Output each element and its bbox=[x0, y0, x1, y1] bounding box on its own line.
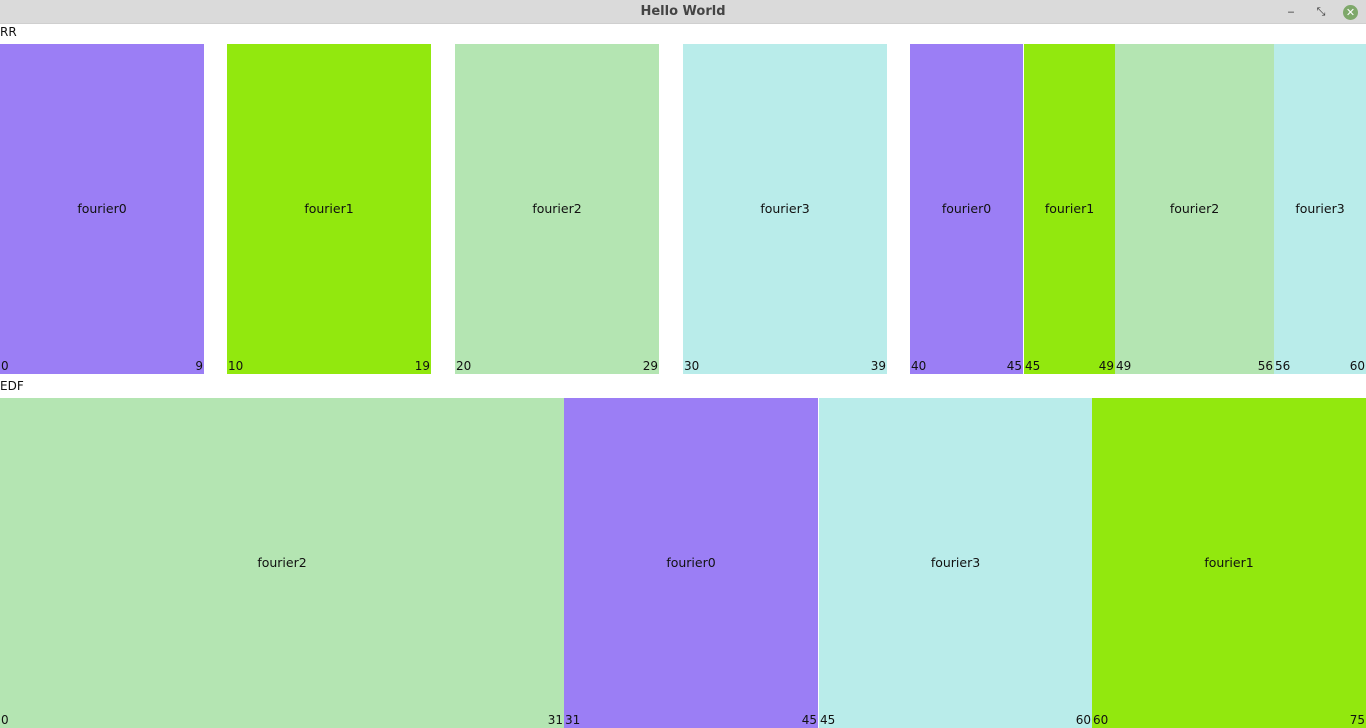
end-time-label: 60 bbox=[1075, 713, 1091, 727]
edf-task-block-fourier1: fourier1 60 75 bbox=[1092, 398, 1366, 728]
rr-task-block-fourier2: fourier2 20 29 bbox=[455, 44, 659, 374]
rr-task-block-fourier1: fourier1 10 19 bbox=[227, 44, 431, 374]
end-time-label: 9 bbox=[195, 359, 203, 373]
rr-task-block-fourier0: fourier0 0 9 bbox=[0, 44, 204, 374]
start-time-label: 0 bbox=[1, 713, 9, 727]
rr-task-block-fourier2: fourier2 49 56 bbox=[1115, 44, 1274, 374]
start-time-label: 40 bbox=[911, 359, 927, 373]
rr-task-block-fourier0: fourier0 40 45 bbox=[910, 44, 1023, 374]
title-bar[interactable]: Hello World ‒ ⤡ ✕ bbox=[0, 0, 1366, 24]
start-time-label: 45 bbox=[820, 713, 836, 727]
end-time-label: 45 bbox=[801, 713, 817, 727]
end-time-label: 56 bbox=[1257, 359, 1273, 373]
end-time-label: 29 bbox=[642, 359, 658, 373]
start-time-label: 10 bbox=[228, 359, 244, 373]
start-time-label: 49 bbox=[1116, 359, 1132, 373]
start-time-label: 20 bbox=[456, 359, 472, 373]
task-name-label: fourier2 bbox=[1169, 201, 1220, 216]
end-time-label: 60 bbox=[1349, 359, 1365, 373]
task-name-label: fourier0 bbox=[941, 201, 992, 216]
rr-task-block-fourier1: fourier1 45 49 bbox=[1024, 44, 1115, 374]
start-time-label: 30 bbox=[684, 359, 700, 373]
task-name-label: fourier1 bbox=[304, 201, 354, 216]
rr-task-block-fourier3: fourier3 30 39 bbox=[683, 44, 887, 374]
edf-task-block-fourier3: fourier3 45 60 bbox=[819, 398, 1092, 728]
window-title: Hello World bbox=[640, 4, 726, 19]
task-name-label: fourier1 bbox=[1204, 555, 1254, 570]
task-name-label: fourier1 bbox=[1044, 201, 1095, 216]
start-time-label: 31 bbox=[565, 713, 581, 727]
end-time-label: 49 bbox=[1098, 359, 1114, 373]
rr-task-block-fourier3: fourier3 56 60 bbox=[1274, 44, 1366, 374]
edf-task-block-fourier2: fourier2 0 31 bbox=[0, 398, 564, 728]
end-time-label: 39 bbox=[870, 359, 886, 373]
edf-task-block-fourier0: fourier0 31 45 bbox=[564, 398, 818, 728]
maximize-icon[interactable]: ⤡ bbox=[1314, 5, 1328, 19]
edf-section-label: EDF bbox=[0, 379, 24, 393]
end-time-label: 19 bbox=[414, 359, 430, 373]
end-time-label: 45 bbox=[1006, 359, 1022, 373]
end-time-label: 75 bbox=[1349, 713, 1365, 727]
minimize-icon[interactable]: ‒ bbox=[1284, 5, 1298, 19]
start-time-label: 56 bbox=[1275, 359, 1291, 373]
task-name-label: fourier3 bbox=[1295, 201, 1345, 216]
start-time-label: 45 bbox=[1025, 359, 1041, 373]
task-name-label: fourier3 bbox=[930, 555, 981, 570]
close-icon[interactable]: ✕ bbox=[1343, 5, 1358, 20]
task-name-label: fourier2 bbox=[532, 201, 582, 216]
task-name-label: fourier0 bbox=[666, 555, 716, 570]
task-name-label: fourier2 bbox=[257, 555, 307, 570]
rr-section-label: RR bbox=[0, 25, 17, 39]
start-time-label: 0 bbox=[1, 359, 9, 373]
task-name-label: fourier0 bbox=[77, 201, 127, 216]
task-name-label: fourier3 bbox=[760, 201, 810, 216]
end-time-label: 31 bbox=[547, 713, 563, 727]
start-time-label: 60 bbox=[1093, 713, 1109, 727]
